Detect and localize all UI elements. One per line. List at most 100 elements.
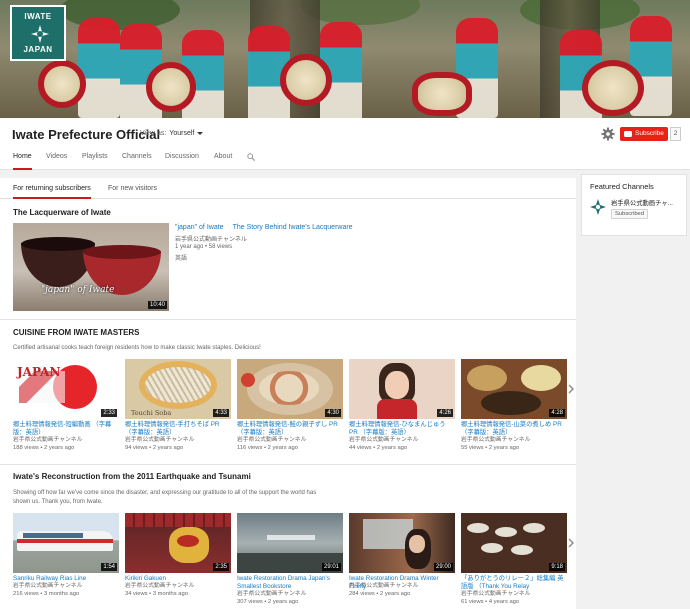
video-views: 307 views (237, 599, 263, 605)
video-thumbnail[interactable]: 9:18 (461, 513, 567, 573)
video-thumbnail[interactable]: 29:01 (237, 513, 343, 573)
tab-home[interactable]: Home (13, 153, 32, 170)
video-views: 34 views (125, 591, 148, 597)
video-stats: 61 views • 4 years ago (461, 599, 520, 605)
video-channel[interactable]: 岩手県公式動画チャンネル (237, 591, 343, 599)
tab-discussion[interactable]: Discussion (165, 153, 199, 170)
video-stats: 116 views • 2 years ago (237, 445, 298, 451)
video-title[interactable]: 郷土料理情報発信-鮭の親子ずし PR （字幕版：英語） (237, 421, 343, 437)
video-title[interactable]: Kirikiri Gakuen (125, 575, 231, 583)
video-channel[interactable]: 岩手県公式動画チャンネル (349, 437, 455, 445)
subscribed-button[interactable]: Subscribed (611, 209, 649, 219)
featured-video-title[interactable]: "japan" of Iwate The Story Behind Iwate's… (175, 224, 353, 231)
featured-stats: 1 year ago • 58 views (175, 244, 233, 250)
tab-videos[interactable]: Videos (46, 153, 67, 170)
video-duration: 29:00 (433, 563, 453, 571)
video-age: 2 years ago (267, 445, 298, 451)
video-channel[interactable]: 岩手県公式動画チャンネル (461, 591, 567, 599)
logo-text-bottom: JAPAN (23, 45, 53, 54)
video-channel[interactable]: 岩手県公式動画チャンネル (237, 437, 343, 445)
thumb-overlay-text: Teuchi Soba (131, 409, 172, 417)
featured-video-thumbnail[interactable]: "japan" of Iwate 10:40 (13, 223, 169, 311)
logo-text-top: IWATE (24, 12, 52, 21)
video-channel[interactable]: 岩手県公式動画チャンネル (125, 437, 231, 445)
featured-section-title: The Lacquerware of Iwate (13, 208, 111, 217)
video-thumbnail[interactable]: 29:00 (349, 513, 455, 573)
video-age: 2 years ago (488, 445, 520, 451)
audience-tabs: For returning subscribers For new visito… (0, 178, 576, 199)
video-duration: 2:35 (213, 563, 229, 571)
video-views: 216 views (13, 591, 39, 597)
video-thumbnail[interactable]: 4:28 (461, 359, 567, 419)
video-views: 116 views (237, 445, 263, 451)
video-title[interactable]: 郷土料理情報発信-手打ちそば PR （字幕版：英語） (125, 421, 231, 437)
iwate-emblem-icon (31, 25, 49, 43)
channel-header: Iwate Prefecture Official View as: Yourse… (0, 118, 690, 170)
section-title-reconstruction[interactable]: Iwate's Reconstruction from the 2011 Ear… (13, 472, 251, 481)
video-thumbnail[interactable]: 4:30 (237, 359, 343, 419)
video-views: 284 views (349, 591, 375, 597)
video-views: 61 views (461, 599, 484, 605)
video-stats: 216 views • 3 months ago (13, 591, 80, 597)
tab-about[interactable]: About (214, 153, 232, 170)
video-thumbnail[interactable]: Teuchi Soba 4:33 (125, 359, 231, 419)
chevron-right-icon[interactable] (566, 538, 576, 548)
video-title[interactable]: 郷土料理情報発信-ひなまんじゅう PR （字幕版：英語） (349, 421, 455, 437)
section-desc-cuisine: Certified artisanal cooks teach foreign … (13, 345, 261, 351)
featured-channels-panel: Featured Channels 岩手県公式動画チャ... Subscribe… (581, 174, 687, 236)
video-thumbnail[interactable]: 2:35 (125, 513, 231, 573)
video-thumbnail[interactable]: JAPAN 2:33 (13, 359, 119, 419)
featured-title-part1[interactable]: "japan" of Iwate (175, 224, 224, 231)
channel-avatar-icon[interactable] (589, 198, 607, 216)
featured-language: 英語 (175, 256, 188, 262)
featured-age: 1 year ago (175, 244, 204, 250)
channel-title[interactable]: Iwate Prefecture Official (12, 127, 160, 142)
iwate-logo: IWATE JAPAN (10, 5, 66, 61)
video-channel[interactable]: 岩手県公式動画チャンネル (461, 437, 567, 445)
video-age: 2 years ago (376, 445, 408, 451)
chevron-right-icon[interactable] (566, 384, 576, 394)
channel-banner: IWATE JAPAN (0, 0, 690, 118)
caret-down-icon (197, 131, 204, 135)
video-duration: 4:28 (549, 409, 565, 417)
video-duration: 2:33 (101, 409, 117, 417)
tab-playlists[interactable]: Playlists (82, 153, 108, 170)
featured-channel-name[interactable]: 岩手県公式動画チャ... (611, 198, 686, 207)
tab-returning-subscribers[interactable]: For returning subscribers (13, 185, 91, 199)
video-title[interactable]: Iwate Restoration Drama Japan's Smallest… (237, 575, 343, 591)
section-divider (0, 319, 576, 320)
video-title[interactable]: Sanriku Railway Rias Line (13, 575, 119, 583)
video-title[interactable]: 郷土料理情報発信-山菜の煮しめ PR （字幕版：英語） (461, 421, 567, 437)
video-channel[interactable]: 岩手県公式動画チャンネル (349, 583, 455, 591)
video-duration: 4:26 (437, 409, 453, 417)
video-stats: 284 views • 2 years ago (349, 591, 411, 597)
tab-new-visitors[interactable]: For new visitors (108, 185, 157, 199)
video-age: 2 years ago (268, 599, 299, 605)
video-age: 2 years ago (44, 445, 75, 451)
video-age: 2 years ago (380, 591, 411, 597)
section-divider (0, 464, 576, 465)
video-channel[interactable]: 岩手県公式動画チャンネル (125, 583, 231, 591)
video-channel[interactable]: 岩手県公式動画チャンネル (13, 437, 119, 445)
featured-views: 58 views (208, 244, 233, 250)
featured-channel-name[interactable]: 岩手県公式動画チャンネル (175, 234, 247, 243)
section-title-cuisine[interactable]: CUISINE FROM IWATE MASTERS (13, 328, 140, 337)
video-stats: 188 views • 2 years ago (13, 445, 75, 451)
featured-title-part2[interactable]: The Story Behind Iwate's Lacquerware (233, 224, 353, 231)
main-content: For returning subscribers For new visito… (0, 178, 576, 609)
video-stats: 94 views • 2 years ago (125, 445, 184, 451)
video-thumbnail[interactable]: 4:26 (349, 359, 455, 419)
video-age: 2 years ago (152, 445, 184, 451)
video-thumbnail[interactable]: 1:54 (13, 513, 119, 573)
video-views: 188 views (13, 445, 39, 451)
video-title[interactable]: 「ありがとうのリレー２」総集編 英語版 （Thank You Relay (461, 575, 567, 591)
subscribe-button[interactable]: Subscribe (620, 127, 668, 141)
gear-icon[interactable] (601, 127, 615, 141)
view-as-selector[interactable]: View as: Yourself (140, 130, 204, 137)
view-as-value: Yourself (169, 130, 195, 137)
search-icon[interactable] (247, 153, 255, 161)
video-channel[interactable]: 岩手県公式動画チャンネル (13, 583, 119, 591)
thumb-overlay-text: JAPAN (17, 365, 61, 379)
video-title[interactable]: 郷土料理情報発信-短編動画 （字幕版：英語） (13, 421, 119, 437)
tab-channels[interactable]: Channels (122, 153, 152, 170)
